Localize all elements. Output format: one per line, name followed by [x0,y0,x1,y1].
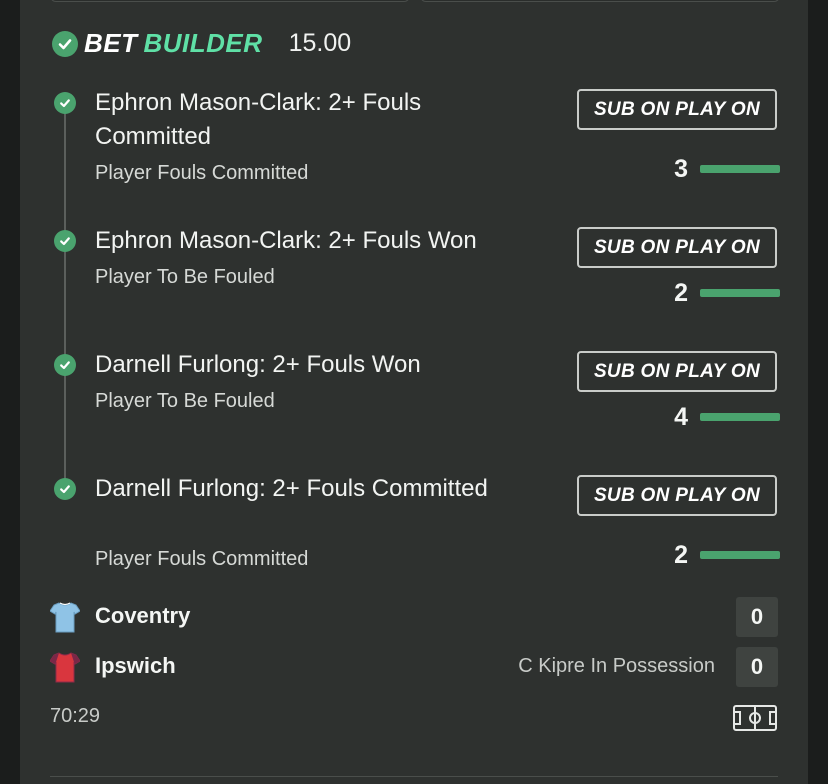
home-team-name: Coventry [95,603,191,628]
top-tab-left[interactable] [50,0,410,2]
sub-on-play-on-button[interactable]: SUB ON PLAY ON [577,89,777,130]
sub-on-play-on-button[interactable]: SUB ON PLAY ON [577,475,777,516]
leg-progress-bar [700,413,780,421]
leg-timeline-line [64,104,66,488]
home-team-row: Coventry 0 [20,597,808,637]
bet-builder-header: BET BUILDER 15.00 [52,28,351,59]
leg-stat-count: 2 [674,540,688,569]
check-circle-icon [52,30,78,57]
bet-builder-card: BET BUILDER 15.00 Ephron Mason-Clark: 2+… [20,0,808,784]
leg-won-check-icon [54,478,76,500]
leg-progress-stat: 2 [660,278,780,308]
leg-market-name: Player Fouls Committed [95,162,309,184]
possession-status: C Kipre In Possession [518,655,715,677]
away-team-row: Ipswich C Kipre In Possession 0 [20,647,808,687]
leg-stat-count: 4 [674,402,688,431]
leg-progress-bar [700,165,780,173]
leg-selection-title: Ephron Mason-Clark: 2+ Fouls Committed [95,89,422,150]
leg-stat-count: 3 [674,154,688,183]
leg-won-check-icon [54,92,76,114]
leg-selection-title: Ephron Mason-Clark: 2+ Fouls Won [95,227,477,254]
leg-won-check-icon [54,354,76,376]
leg-progress-bar [700,551,780,559]
leg-won-check-icon [54,230,76,252]
top-tab-right[interactable] [420,0,780,2]
leg-market-name: Player Fouls Committed [95,548,309,570]
builder-label: BUILDER [143,28,263,58]
total-odds: 15.00 [288,29,352,57]
leg-progress-stat: 3 [660,154,780,184]
card-divider [50,776,778,777]
pitch-icon[interactable] [733,705,777,731]
sub-on-play-on-button[interactable]: SUB ON PLAY ON [577,227,777,268]
home-score: 0 [736,597,778,637]
leg-progress-stat: 2 [660,540,780,570]
claret-shirt-icon [50,652,80,683]
match-clock: 70:29 [50,705,101,727]
sub-on-play-on-button[interactable]: SUB ON PLAY ON [577,351,777,392]
leg-stat-count: 2 [674,278,688,307]
sky-blue-shirt-icon [50,602,80,633]
bet-label: BET [84,28,138,58]
leg-market-name: Player To Be Fouled [95,266,275,288]
leg-selection-title: Darnell Furlong: 2+ Fouls Won [95,351,421,378]
away-score: 0 [736,647,778,687]
leg-selection-title: Darnell Furlong: 2+ Fouls Committed [95,475,488,502]
leg-market-name: Player To Be Fouled [95,390,275,412]
away-team-name: Ipswich [95,653,176,678]
leg-progress-stat: 4 [660,402,780,432]
leg-progress-bar [700,289,780,297]
